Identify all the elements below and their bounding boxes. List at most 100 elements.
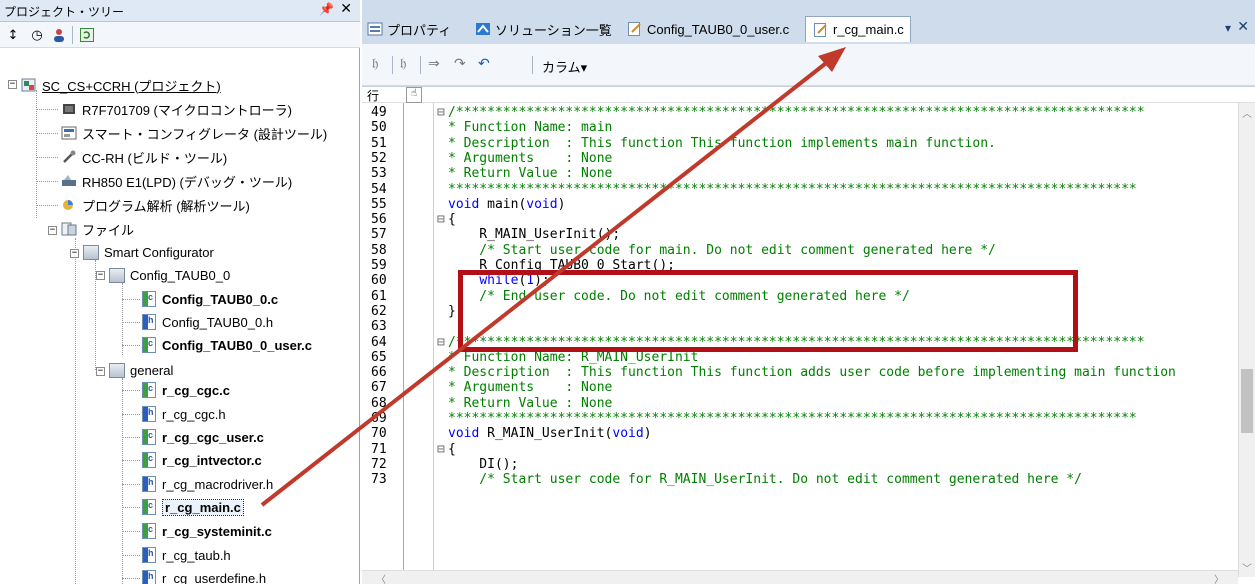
tree-item-label: r_cg_cgc_user.c: [162, 429, 264, 445]
code-line: 56 ⊟{: [362, 212, 1242, 227]
find-icon[interactable]: 𝔥: [372, 56, 378, 72]
close-icon[interactable]: ✕: [340, 1, 352, 17]
tree-item-file[interactable]: c Config_TAUB0_0_user.c: [140, 334, 312, 356]
collapse-toggle-icon[interactable]: −: [96, 271, 105, 280]
scroll-up-icon[interactable]: ︿: [1242, 105, 1252, 120]
fold-toggle-icon[interactable]: ⊟: [437, 212, 447, 227]
tree-item-debug-tool[interactable]: RH850 E1(LPD) (デバッグ・ツール): [60, 170, 292, 192]
code-line: 55 void main(void): [362, 197, 1242, 212]
redo-icon[interactable]: ↷: [454, 56, 466, 72]
line-number: 49: [371, 105, 387, 120]
tree-item-file[interactable]: c r_cg_cgc_user.c: [140, 426, 264, 448]
tree-item-file-selected[interactable]: c r_cg_main.c: [140, 496, 244, 518]
tree-item-file[interactable]: h r_cg_taub.h: [140, 544, 231, 566]
tree-item-label: スマート・コンフィグレータ (設計ツール): [82, 126, 328, 142]
tree-item-microcontroller[interactable]: R7F701709 (マイクロコントローラ): [60, 98, 292, 120]
tab-label: r_cg_main.c: [833, 22, 904, 37]
line-number: 63: [371, 319, 387, 335]
project-tree-panel: プロジェクト・ツリー 📌 ✕ ↕ ◷ − − − − − SC_CS+CCRH …: [0, 0, 360, 584]
tree-item-file[interactable]: h Config_TAUB0_0.h: [140, 311, 273, 333]
tree-item-file[interactable]: c Config_TAUB0_0.c: [140, 288, 278, 310]
undo-icon[interactable]: ↶: [478, 56, 490, 72]
refresh-icon[interactable]: [78, 26, 96, 44]
pin-icon[interactable]: 📌: [319, 2, 334, 16]
tree-item-smart-configurator-tool[interactable]: スマート・コンフィグレータ (設計ツール): [60, 122, 327, 144]
chevron-down-icon[interactable]: ▾: [1225, 21, 1231, 35]
tree-item-label: Smart Configurator: [104, 244, 214, 260]
line-number: 62: [371, 303, 387, 319]
line-number: 65: [371, 349, 387, 365]
line-number: 58: [371, 242, 387, 258]
collapse-toggle-icon[interactable]: −: [8, 80, 17, 89]
line-number: 54: [371, 181, 387, 197]
solution-icon: [474, 21, 492, 37]
tree-item-file[interactable]: h r_cg_macrodriver.h: [140, 473, 273, 495]
code-text: {: [448, 441, 456, 457]
h-file-icon: h: [140, 314, 158, 330]
tab-properties[interactable]: プロパティ: [366, 18, 451, 40]
tab-label: ソリューション一覧: [495, 22, 612, 38]
code-text: /***************************************…: [448, 105, 1145, 120]
tree-item-file[interactable]: c r_cg_intvector.c: [140, 449, 262, 471]
fold-toggle-icon[interactable]: ⊟: [437, 335, 447, 350]
tree-item-files[interactable]: ファイル: [60, 218, 134, 240]
code-line: 50 * Function Name: main: [362, 120, 1242, 135]
code-line: 57 R_MAIN_UserInit();: [362, 227, 1242, 242]
debug-tool-icon: [60, 173, 78, 189]
build-tool-icon: [60, 149, 78, 165]
tab-config-taub0-user[interactable]: Config_TAUB0_0_user.c: [626, 18, 789, 40]
tree-item-project[interactable]: SC_CS+CCRH (プロジェクト): [20, 74, 221, 96]
line-number: 68: [371, 395, 387, 411]
tab-r-cg-main[interactable]: r_cg_main.c: [805, 16, 911, 42]
collapse-toggle-icon[interactable]: −: [96, 367, 105, 376]
tree-item-build-tool[interactable]: CC-RH (ビルド・ツール): [60, 146, 227, 168]
collapse-toggle-icon[interactable]: −: [70, 249, 79, 258]
line-number: 69: [371, 411, 387, 426]
collapse-toggle-icon[interactable]: −: [48, 226, 57, 235]
code-text: * Return Value : None: [448, 395, 613, 411]
line-number: 50: [371, 120, 387, 136]
tab-label: Config_TAUB0_0_user.c: [647, 21, 790, 37]
tree-item-analysis-tool[interactable]: プログラム解析 (解析ツール): [60, 194, 250, 216]
code-text: }: [448, 303, 456, 319]
code-line: 69 **************************************…: [362, 411, 1242, 426]
microcontroller-icon: [60, 101, 78, 117]
scrollbar-thumb[interactable]: [1241, 369, 1253, 433]
tree-item-label: r_cg_main.c: [162, 498, 244, 516]
code-line: 54 **************************************…: [362, 182, 1242, 197]
jump-icon[interactable]: ⇒: [428, 56, 440, 72]
close-icon[interactable]: ✕: [1237, 19, 1249, 35]
line-number: 52: [371, 150, 387, 166]
fold-toggle-icon[interactable]: ⊟: [437, 442, 447, 457]
tree-item-file[interactable]: c r_cg_cgc.c: [140, 379, 230, 401]
vertical-scrollbar[interactable]: ︿ ﹀: [1238, 103, 1255, 577]
tree-item-file[interactable]: h r_cg_userdefine.h: [140, 567, 266, 584]
scroll-left-icon[interactable]: 〈: [376, 571, 386, 584]
scroll-right-icon[interactable]: 〉: [1214, 571, 1224, 584]
c-file-icon: [812, 22, 830, 38]
code-text: /* Start user code for R_MAIN_UserInit. …: [448, 472, 1082, 488]
find-next-icon[interactable]: 𝔥: [400, 56, 406, 72]
sort-icon[interactable]: ↕: [4, 26, 22, 44]
bookmark-icon[interactable]: ☝: [406, 87, 422, 103]
history-icon[interactable]: ◷: [28, 26, 46, 44]
folder-icon: [108, 267, 126, 283]
tree-item-file[interactable]: c r_cg_systeminit.c: [140, 520, 272, 542]
line-number: 61: [371, 288, 387, 304]
scroll-down-icon[interactable]: ﹀: [1242, 560, 1252, 575]
column-menu-button[interactable]: カラム▾: [542, 57, 587, 76]
line-number: 67: [371, 380, 387, 396]
line-number: 71: [371, 441, 387, 457]
tree-item-label: Config_TAUB0_0.c: [162, 291, 279, 307]
fold-toggle-icon[interactable]: ⊟: [437, 105, 447, 120]
tree-item-smart-configurator[interactable]: Smart Configurator: [82, 241, 214, 263]
line-number: 73: [371, 472, 387, 488]
tree-item-general[interactable]: general: [108, 359, 173, 381]
tab-solution-list[interactable]: ソリューション一覧: [474, 18, 612, 40]
user-icon[interactable]: [50, 26, 68, 44]
line-number: 72: [371, 456, 387, 472]
tree-item-file[interactable]: h r_cg_cgc.h: [140, 403, 226, 425]
tree-item-config-taub0[interactable]: Config_TAUB0_0: [108, 264, 230, 286]
horizontal-scrollbar[interactable]: 〈 〉: [362, 570, 1238, 584]
tree-item-label: r_cg_cgc.h: [162, 406, 226, 422]
